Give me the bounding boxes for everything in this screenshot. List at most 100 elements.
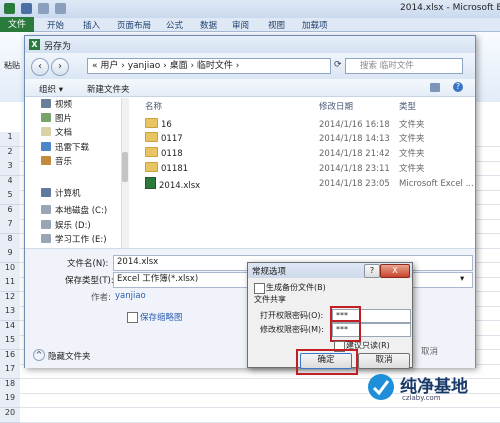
breadcrumb[interactable]: « 用户 › yanjiao › 桌面 › 临时文件 › xyxy=(87,58,331,74)
tab-data[interactable]: 数据 xyxy=(200,19,217,31)
filetype-label: 保存类型(T): xyxy=(65,276,114,286)
file-type: Microsoft Excel ... xyxy=(399,179,474,189)
row-header[interactable]: 5 xyxy=(0,190,20,205)
hide-folders-button[interactable]: 隐藏文件夹 xyxy=(48,350,91,362)
view-options-icon[interactable] xyxy=(430,83,440,92)
row-header[interactable]: 3 xyxy=(0,161,20,176)
nav-item-drive-e[interactable]: 学习工作 (E:) xyxy=(41,234,107,244)
file-row[interactable]: 01181 2014/1/18 23:11 文件夹 xyxy=(135,162,475,176)
help-button[interactable]: ? xyxy=(364,264,380,278)
row-header[interactable]: 1 xyxy=(0,132,20,147)
row-header[interactable]: 2 xyxy=(0,146,20,162)
file-row[interactable]: 16 2014/1/16 16:18 文件夹 xyxy=(135,118,475,132)
computer-icon xyxy=(41,188,51,197)
close-button[interactable]: X xyxy=(380,264,410,278)
navigation-pane: 视频 图片 文档 迅雷下载 音乐 计算机 本地磁盘 (C:) 娱乐 (D:) 学… xyxy=(29,98,121,248)
row-header[interactable]: 14 xyxy=(0,320,20,336)
undo-icon[interactable] xyxy=(38,3,49,14)
file-name: 01181 xyxy=(145,162,188,176)
backup-checkbox[interactable] xyxy=(254,283,265,294)
row-header[interactable]: 17 xyxy=(0,364,20,379)
excel-app-icon xyxy=(4,3,15,14)
row-header[interactable]: 20 xyxy=(0,407,20,423)
general-options-title: 常规选项 xyxy=(252,267,287,277)
author-value[interactable]: yanjiao xyxy=(115,291,146,301)
tab-review[interactable]: 审阅 xyxy=(232,19,249,31)
row-header[interactable]: 19 xyxy=(0,393,20,408)
open-password-label: 打开权限密码(O): xyxy=(260,311,324,320)
paste-label[interactable]: 粘贴 xyxy=(4,60,20,71)
address-bar: ‹ › « 用户 › yanjiao › 桌面 › 临时文件 › ⟳ 搜索 临时… xyxy=(25,53,475,79)
cancel-button-partial[interactable]: 取消 xyxy=(421,345,438,357)
thumbnail-checkbox[interactable] xyxy=(127,312,138,323)
row-header[interactable]: 15 xyxy=(0,335,20,350)
organize-button[interactable]: 组织 ▾ xyxy=(39,83,63,95)
row-header[interactable]: 12 xyxy=(0,291,20,307)
column-header-type[interactable]: 类型 xyxy=(399,100,416,112)
document-icon xyxy=(41,127,51,136)
tab-view[interactable]: 视图 xyxy=(268,19,285,31)
save-icon[interactable] xyxy=(21,3,32,14)
general-options-dialog: 常规选项 ? X 生成备份文件(B) 文件共享 打开权限密码(O): *** 修… xyxy=(247,262,413,375)
tab-addins[interactable]: 加载项 xyxy=(302,19,328,31)
redo-icon[interactable] xyxy=(55,3,66,14)
ok-button-highlight xyxy=(296,349,358,375)
filename-label: 文件名(N): xyxy=(67,259,109,269)
row-header[interactable]: 18 xyxy=(0,378,20,394)
tab-page-layout[interactable]: 页面布局 xyxy=(117,19,151,31)
tab-formulas[interactable]: 公式 xyxy=(166,19,183,31)
music-icon xyxy=(41,156,51,165)
nav-item-videos[interactable]: 视频 xyxy=(41,98,72,112)
video-icon xyxy=(41,99,51,108)
back-icon[interactable]: ‹ xyxy=(31,58,49,76)
chevron-down-icon[interactable]: ▾ xyxy=(460,274,464,284)
tab-file[interactable]: 文件 xyxy=(0,17,34,33)
search-input[interactable]: 搜索 临时文件 xyxy=(345,58,463,74)
file-row[interactable]: 0118 2014/1/18 21:42 文件夹 xyxy=(135,147,475,161)
forward-icon[interactable]: › xyxy=(51,58,69,76)
sharing-label: 文件共享 xyxy=(254,295,286,304)
author-label: 作者: xyxy=(91,293,111,303)
row-header[interactable]: 10 xyxy=(0,262,20,278)
new-folder-button[interactable]: 新建文件夹 xyxy=(87,83,130,95)
row-header[interactable]: 13 xyxy=(0,306,20,321)
folder-icon xyxy=(145,162,158,172)
help-icon[interactable]: ? xyxy=(453,82,463,92)
row-header[interactable]: 4 xyxy=(0,175,20,191)
chevron-up-icon[interactable]: ^ xyxy=(33,349,45,361)
nav-scrollbar-thumb[interactable] xyxy=(122,152,128,182)
row-header[interactable]: 6 xyxy=(0,204,20,220)
drive-icon xyxy=(41,234,51,243)
backup-label: 生成备份文件(B) xyxy=(266,283,326,292)
file-date: 2014/1/18 21:42 xyxy=(319,149,390,159)
file-date: 2014/1/18 23:05 xyxy=(319,179,390,189)
nav-item-computer[interactable]: 计算机 xyxy=(41,187,81,201)
file-row[interactable]: 0117 2014/1/18 14:13 文件夹 xyxy=(135,132,475,146)
folder-icon xyxy=(145,132,158,142)
tab-home[interactable]: 开始 xyxy=(47,19,64,31)
row-header[interactable]: 7 xyxy=(0,219,20,234)
watermark-logo xyxy=(368,374,394,400)
file-row[interactable]: 2014.xlsx 2014/1/18 23:05 Microsoft Exce… xyxy=(135,177,475,191)
row-header[interactable]: 11 xyxy=(0,277,20,292)
refresh-icon[interactable]: ⟳ xyxy=(334,60,342,70)
nav-item-local-disk-c[interactable]: 本地磁盘 (C:) xyxy=(41,204,107,218)
nav-item-drive-d[interactable]: 娱乐 (D:) xyxy=(41,219,91,233)
column-header-name[interactable]: 名称 xyxy=(145,100,162,112)
file-name: 0117 xyxy=(145,132,183,146)
tab-insert[interactable]: 插入 xyxy=(83,19,100,31)
nav-item-music[interactable]: 音乐 xyxy=(41,155,72,169)
file-date: 2014/1/16 16:18 xyxy=(319,120,390,130)
nav-item-thunder-downloads[interactable]: 迅雷下载 xyxy=(41,141,89,155)
column-header-date[interactable]: 修改日期 xyxy=(319,100,353,112)
excel-file-icon xyxy=(145,177,156,189)
file-name: 16 xyxy=(145,118,172,132)
row-header[interactable]: 9 xyxy=(0,248,20,263)
nav-item-pictures[interactable]: 图片 xyxy=(41,112,72,126)
file-type: 文件夹 xyxy=(399,164,425,174)
row-header[interactable]: 16 xyxy=(0,349,20,365)
file-name: 2014.xlsx xyxy=(145,177,200,193)
row-header[interactable]: 8 xyxy=(0,233,20,249)
nav-item-documents[interactable]: 文档 xyxy=(41,126,72,140)
grid-line xyxy=(20,421,500,423)
